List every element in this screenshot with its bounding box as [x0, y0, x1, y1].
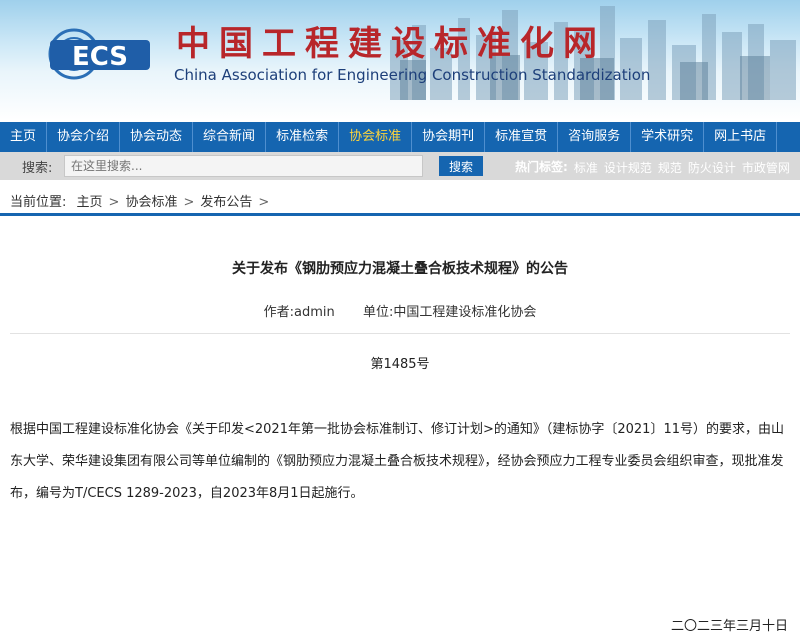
nav-item-6[interactable]: 协会期刊 [412, 122, 486, 152]
nav-item-3[interactable]: 综合新闻 [193, 122, 267, 152]
search-bar: 搜索: 搜索 热门标签: 标准设计规范规范防火设计市政管网 [0, 152, 800, 180]
article-date: 二〇二三年三月十日 [670, 619, 788, 634]
breadcrumb: 当前位置: 主页 > 协会标准 > 发布公告 > [10, 191, 275, 210]
article-author: 作者:admin [263, 305, 335, 320]
nav-item-2[interactable]: 协会动态 [120, 122, 194, 152]
search-label: 搜索: [22, 160, 53, 176]
nav-item-7[interactable]: 标准宣贯 [485, 122, 559, 152]
breadcrumb-separator: > [258, 195, 270, 210]
logo-lettering: ECS [72, 42, 128, 72]
article-unit: 单位:中国工程建设标准化协会 [362, 305, 537, 320]
nav-item-8[interactable]: 咨询服务 [558, 122, 632, 152]
main-nav: 主页 协会介绍 协会动态 综合新闻 标准检索 协会标准 协会期刊 标准宣贯 咨询服务 学术研究 网上… [0, 122, 800, 152]
hot-tag-link[interactable]: 设计规范 [604, 161, 652, 175]
hot-tag-link[interactable]: 市政管网 [742, 161, 790, 175]
hot-tags-label: 热门标签: [515, 159, 568, 174]
breadcrumb-link[interactable]: 主页 [77, 195, 103, 210]
site-title-en: China Association for Engineering Constr… [174, 66, 651, 84]
nav-item-0[interactable]: 主页 [0, 122, 48, 152]
header-banner: ECS 中国工程建设标准化网 China Association for Eng… [0, 0, 800, 120]
site-title-cn: 中国工程建设标准化网 [176, 24, 606, 64]
search-button[interactable]: 搜索 [439, 156, 483, 176]
nav-item-9[interactable]: 学术研究 [631, 122, 705, 152]
breadcrumb-separator: > [183, 195, 195, 210]
meta-divider [10, 333, 790, 334]
announcement-number: 第1485号 [370, 357, 430, 372]
hot-tags: 标准 设计规范 规范 防火设计 市政管网 [568, 157, 790, 176]
ecs-logo[interactable]: ECS [44, 10, 160, 98]
hot-tag-link[interactable]: 标准 [574, 161, 598, 175]
breadcrumb-link[interactable]: 发布公告 [200, 195, 252, 210]
breadcrumb-link[interactable]: 协会标准 [125, 195, 177, 210]
hot-tag-link[interactable]: 防火设计 [688, 161, 736, 175]
nav-item-4[interactable]: 标准检索 [266, 122, 340, 152]
article-body: 根据中国工程建设标准化协会《关于印发<2021年第一批协会标准制订、修订计划>的… [10, 422, 784, 501]
hot-tag-link[interactable]: 规范 [658, 161, 682, 175]
breadcrumb-prefix: 当前位置: [10, 195, 67, 210]
nav-item-5[interactable]: 协会标准 [339, 122, 413, 152]
nav-item-1[interactable]: 协会介绍 [47, 122, 121, 152]
article-title: 关于发布《钢肋预应力混凝土叠合板技术规程》的公告 [232, 261, 568, 277]
nav-item-10[interactable]: 网上书店 [704, 122, 778, 152]
article-meta: 作者:admin 单位:中国工程建设标准化协会 [0, 301, 800, 320]
breadcrumb-separator: > [108, 195, 120, 210]
breadcrumb-divider [0, 213, 800, 216]
search-input[interactable] [64, 155, 423, 177]
